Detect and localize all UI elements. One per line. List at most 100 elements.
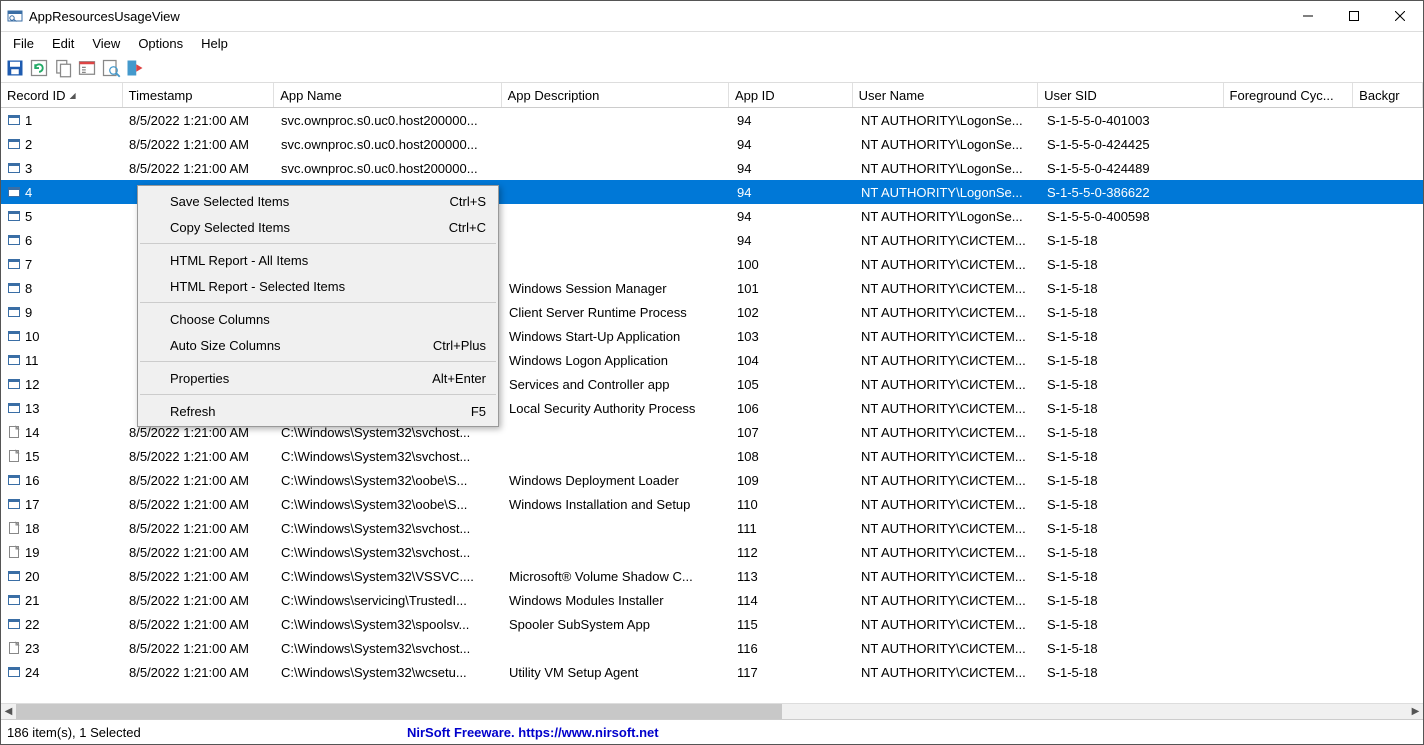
column-header[interactable]: App Name: [274, 83, 501, 107]
cell-record-id: 24: [1, 660, 123, 684]
horizontal-scrollbar[interactable]: ◀ ▶: [1, 703, 1423, 719]
titlebar: AppResourcesUsageView: [1, 1, 1423, 32]
refresh-icon[interactable]: [29, 58, 49, 78]
column-header[interactable]: Foreground Cyc...: [1224, 83, 1354, 107]
document-icon: [7, 425, 21, 439]
cell: S-1-5-18: [1041, 636, 1227, 660]
cell: [503, 156, 731, 180]
app-window-icon: [7, 305, 21, 319]
cell: NT AUTHORITY\СИСТЕМ...: [855, 636, 1041, 660]
menu-view[interactable]: View: [84, 34, 128, 53]
column-headers: Record ID◢TimestampApp NameApp Descripti…: [1, 83, 1423, 108]
menu-help[interactable]: Help: [193, 34, 236, 53]
app-window-icon: [7, 113, 21, 127]
cell: NT AUTHORITY\LogonSe...: [855, 204, 1041, 228]
cell: C:\Windows\System32\VSSVC....: [275, 564, 503, 588]
close-button[interactable]: [1377, 1, 1423, 31]
column-header[interactable]: App ID: [729, 83, 853, 107]
context-menu-item[interactable]: RefreshF5: [138, 398, 498, 424]
menu-item-label: Refresh: [170, 404, 471, 419]
table-row[interactable]: 168/5/2022 1:21:00 AMC:\Windows\System32…: [1, 468, 1423, 492]
app-window-icon: [7, 137, 21, 151]
cell: 8/5/2022 1:21:00 AM: [123, 108, 275, 132]
table-row[interactable]: 228/5/2022 1:21:00 AMC:\Windows\System32…: [1, 612, 1423, 636]
menu-item-label: HTML Report - Selected Items: [170, 279, 486, 294]
table-row[interactable]: 158/5/2022 1:21:00 AMC:\Windows\System32…: [1, 444, 1423, 468]
cell-record-id: 14: [1, 420, 123, 444]
context-menu-item[interactable]: HTML Report - Selected Items: [138, 273, 498, 299]
context-menu-item[interactable]: PropertiesAlt+Enter: [138, 365, 498, 391]
cell-record-id: 2: [1, 132, 123, 156]
cell: 8/5/2022 1:21:00 AM: [123, 540, 275, 564]
table-row[interactable]: 248/5/2022 1:21:00 AMC:\Windows\System32…: [1, 660, 1423, 684]
cell: Utility VM Setup Agent: [503, 660, 731, 684]
table-row[interactable]: 208/5/2022 1:21:00 AMC:\Windows\System32…: [1, 564, 1423, 588]
find-icon[interactable]: [101, 58, 121, 78]
copy-icon[interactable]: [53, 58, 73, 78]
cell: NT AUTHORITY\СИСТЕМ...: [855, 444, 1041, 468]
cell: NT AUTHORITY\СИСТЕМ...: [855, 252, 1041, 276]
column-header[interactable]: Backgr: [1353, 83, 1423, 107]
cell-record-id: 13: [1, 396, 123, 420]
nirsoft-link[interactable]: NirSoft Freeware. https://www.nirsoft.ne…: [407, 725, 659, 740]
scroll-right-arrow[interactable]: ▶: [1408, 704, 1423, 719]
cell: NT AUTHORITY\LogonSe...: [855, 132, 1041, 156]
menu-item-label: Choose Columns: [170, 312, 486, 327]
menu-file[interactable]: File: [5, 34, 42, 53]
maximize-button[interactable]: [1331, 1, 1377, 31]
scroll-left-arrow[interactable]: ◀: [1, 704, 16, 719]
cell: S-1-5-5-0-386622: [1041, 180, 1227, 204]
cell: S-1-5-18: [1041, 324, 1227, 348]
cell: C:\Windows\System32\oobe\S...: [275, 492, 503, 516]
menu-options[interactable]: Options: [130, 34, 191, 53]
cell: 103: [731, 324, 855, 348]
app-window-icon: [7, 185, 21, 199]
context-menu-item[interactable]: HTML Report - All Items: [138, 247, 498, 273]
scroll-thumb[interactable]: [16, 704, 782, 719]
table-row[interactable]: 178/5/2022 1:21:00 AMC:\Windows\System32…: [1, 492, 1423, 516]
cell: Windows Deployment Loader: [503, 468, 731, 492]
context-menu-item[interactable]: Save Selected ItemsCtrl+S: [138, 188, 498, 214]
status-text: 186 item(s), 1 Selected: [7, 725, 407, 740]
cell: 110: [731, 492, 855, 516]
column-header[interactable]: User SID: [1038, 83, 1223, 107]
properties-icon[interactable]: [77, 58, 97, 78]
cell: 94: [731, 132, 855, 156]
cell: 104: [731, 348, 855, 372]
menu-separator: [140, 243, 496, 244]
context-menu-item[interactable]: Choose Columns: [138, 306, 498, 332]
table-row[interactable]: 188/5/2022 1:21:00 AMC:\Windows\System32…: [1, 516, 1423, 540]
cell: S-1-5-18: [1041, 564, 1227, 588]
column-header[interactable]: Timestamp: [123, 83, 275, 107]
column-header[interactable]: App Description: [502, 83, 729, 107]
table-row[interactable]: 18/5/2022 1:21:00 AMsvc.ownproc.s0.uc0.h…: [1, 108, 1423, 132]
menu-edit[interactable]: Edit: [44, 34, 82, 53]
cell: 8/5/2022 1:21:00 AM: [123, 636, 275, 660]
table-row[interactable]: 38/5/2022 1:21:00 AMsvc.ownproc.s0.uc0.h…: [1, 156, 1423, 180]
cell: 102: [731, 300, 855, 324]
cell: [503, 252, 731, 276]
table-row[interactable]: 218/5/2022 1:21:00 AMC:\Windows\servicin…: [1, 588, 1423, 612]
cell: 8/5/2022 1:21:00 AM: [123, 588, 275, 612]
cell-record-id: 3: [1, 156, 123, 180]
column-header[interactable]: User Name: [853, 83, 1038, 107]
menu-item-shortcut: Ctrl+C: [449, 220, 486, 235]
cell: [503, 180, 731, 204]
table-row[interactable]: 198/5/2022 1:21:00 AMC:\Windows\System32…: [1, 540, 1423, 564]
app-window-icon: [7, 473, 21, 487]
column-header[interactable]: Record ID◢: [1, 83, 123, 107]
context-menu-item[interactable]: Copy Selected ItemsCtrl+C: [138, 214, 498, 240]
exit-icon[interactable]: [125, 58, 145, 78]
minimize-button[interactable]: [1285, 1, 1331, 31]
cell: Windows Start-Up Application: [503, 324, 731, 348]
save-icon[interactable]: [5, 58, 25, 78]
window-buttons: [1285, 1, 1423, 31]
table-row[interactable]: 238/5/2022 1:21:00 AMC:\Windows\System32…: [1, 636, 1423, 660]
table-row[interactable]: 28/5/2022 1:21:00 AMsvc.ownproc.s0.uc0.h…: [1, 132, 1423, 156]
scroll-track[interactable]: [16, 704, 1408, 719]
cell: [503, 636, 731, 660]
cell: Services and Controller app: [503, 372, 731, 396]
toolbar: [1, 54, 1423, 83]
cell: C:\Windows\System32\svchost...: [275, 444, 503, 468]
context-menu-item[interactable]: Auto Size ColumnsCtrl+Plus: [138, 332, 498, 358]
